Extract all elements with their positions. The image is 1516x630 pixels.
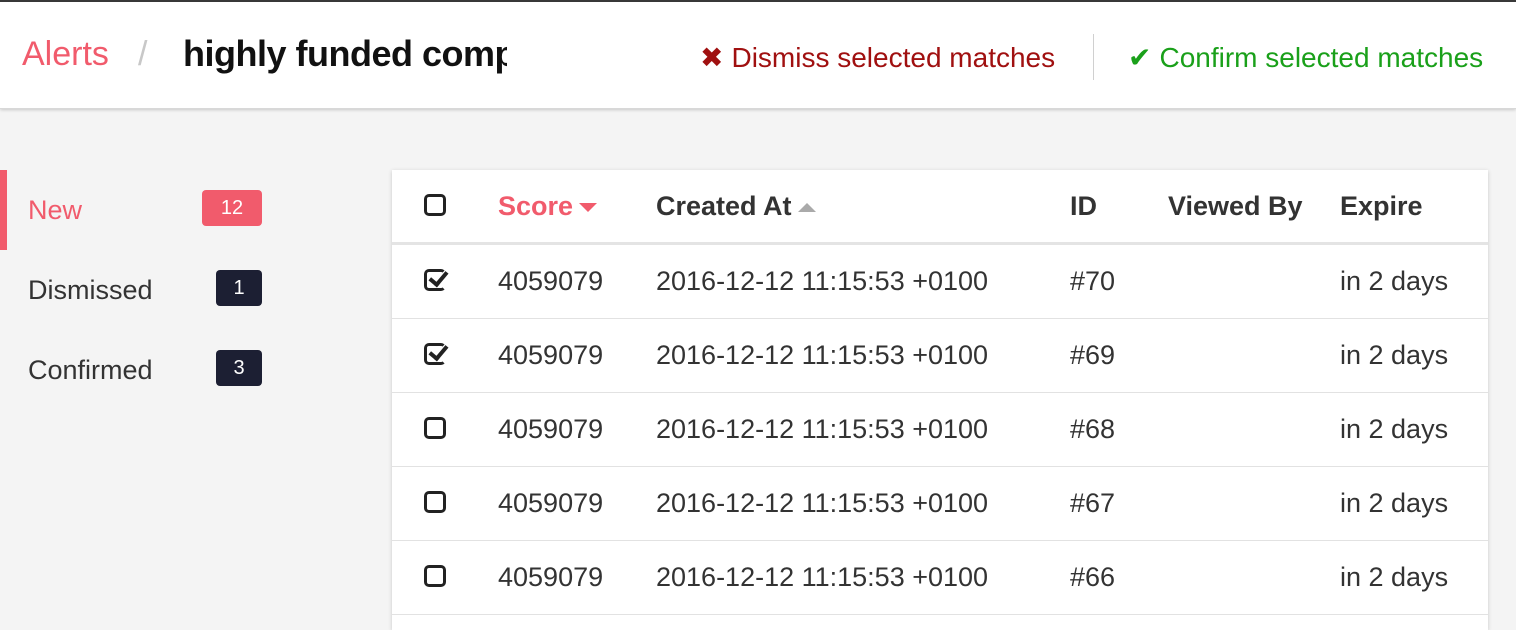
check-icon: ✔: [1128, 42, 1152, 73]
score-cell: 4059079: [498, 340, 604, 370]
expire-cell: in 2 days: [1340, 562, 1449, 592]
confirm-selected-label: Confirm selected matches: [1159, 42, 1484, 73]
row-checkbox[interactable]: [424, 491, 446, 513]
confirm-selected-button[interactable]: ✔ Confirm selected matches: [1128, 40, 1483, 76]
count-badge: 3: [216, 350, 262, 386]
created-at-cell: 2016-12-12 11:15:53 +0100: [656, 488, 989, 518]
sidebar: New 12 Dismissed 1 Confirmed 3: [0, 170, 290, 410]
column-id[interactable]: ID: [1070, 188, 1097, 224]
breadcrumb-separator: /: [138, 35, 148, 73]
count-badge: 12: [202, 190, 262, 226]
close-icon: ✖: [700, 42, 724, 73]
column-created-at[interactable]: Created At: [656, 188, 816, 224]
dismiss-selected-button[interactable]: ✖ Dismiss selected matches: [700, 40, 1055, 76]
column-created-at-label: Created At: [656, 191, 792, 221]
count-badge: 1: [216, 270, 262, 306]
sidebar-item-label: Dismissed: [28, 275, 153, 305]
table-row[interactable]: 4059079 2016-12-12 11:15:53 +0100 #70 in…: [392, 245, 1488, 319]
score-cell: 4059079: [498, 414, 604, 444]
table-row[interactable]: 4059079 2016-12-12 11:15:53 +0100 #66 in…: [392, 541, 1488, 615]
id-cell: #70: [1070, 266, 1116, 296]
sort-desc-icon: [579, 203, 598, 213]
row-checkbox[interactable]: [424, 565, 446, 587]
created-at-cell: 2016-12-12 11:15:53 +0100: [656, 562, 989, 592]
dismiss-selected-label: Dismiss selected matches: [731, 42, 1056, 73]
id-cell: #69: [1070, 340, 1116, 370]
column-score-label: Score: [498, 191, 574, 221]
score-cell: 4059079: [498, 488, 604, 518]
column-expire[interactable]: Expire: [1340, 188, 1423, 224]
created-at-cell: 2016-12-12 11:15:53 +0100: [656, 414, 989, 444]
breadcrumb-alerts-link[interactable]: Alerts: [22, 34, 109, 74]
select-all-checkbox[interactable]: [424, 194, 446, 216]
sidebar-item-label: Confirmed: [28, 355, 153, 385]
id-cell: #66: [1070, 562, 1116, 592]
table-row[interactable]: 4059079 2016-12-12 11:15:53 +0100 #68 in…: [392, 393, 1488, 467]
expire-cell: in 2 days: [1340, 488, 1449, 518]
sidebar-item-label: New: [28, 195, 83, 225]
created-at-cell: 2016-12-12 11:15:53 +0100: [656, 266, 989, 296]
score-cell: 4059079: [498, 562, 604, 592]
id-cell: #67: [1070, 488, 1116, 518]
created-at-cell: 2016-12-12 11:15:53 +0100: [656, 340, 989, 370]
table-row[interactable]: 4059079 2016-12-12 11:15:53 +0100 #69 in…: [392, 319, 1488, 393]
alerts-table: Score Created At ID Viewed By Expire 405…: [392, 170, 1488, 630]
sidebar-item-new[interactable]: New 12: [0, 170, 290, 250]
column-viewed-by[interactable]: Viewed By: [1168, 188, 1303, 224]
expire-cell: in 2 days: [1340, 414, 1449, 444]
row-checkbox[interactable]: [424, 417, 446, 439]
sidebar-item-dismissed[interactable]: Dismissed 1: [0, 250, 290, 330]
sidebar-item-confirmed[interactable]: Confirmed 3: [0, 330, 290, 410]
header-divider: [1093, 34, 1094, 80]
sort-asc-icon: [797, 203, 816, 213]
score-cell: 4059079: [498, 266, 604, 296]
row-checkbox[interactable]: [424, 343, 446, 365]
row-checkbox[interactable]: [424, 269, 446, 291]
expire-cell: in 2 days: [1340, 340, 1449, 370]
page-title: highly funded companies: [183, 34, 507, 74]
page-header: Alerts / highly funded companies ✖Dismis…: [0, 2, 1516, 109]
column-score[interactable]: Score: [498, 188, 598, 224]
table-header: Score Created At ID Viewed By Expire: [392, 170, 1488, 245]
id-cell: #68: [1070, 414, 1116, 444]
table-row[interactable]: 4059079 2016-12-12 11:15:53 +0100 #67 in…: [392, 467, 1488, 541]
expire-cell: in 2 days: [1340, 266, 1449, 296]
